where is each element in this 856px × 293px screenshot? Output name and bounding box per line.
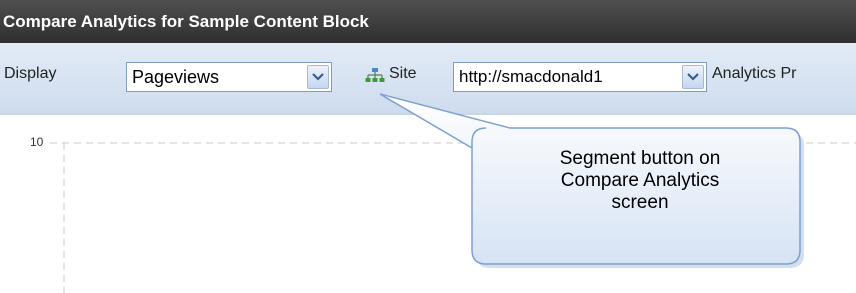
callout-bubble [379,93,804,268]
callout-line: Segment button on [559,148,721,169]
callout-text: Segment button on Compare Analytics scre… [475,148,805,214]
callout-line: Compare Analytics [560,170,720,191]
callout-line: screen [611,192,669,213]
